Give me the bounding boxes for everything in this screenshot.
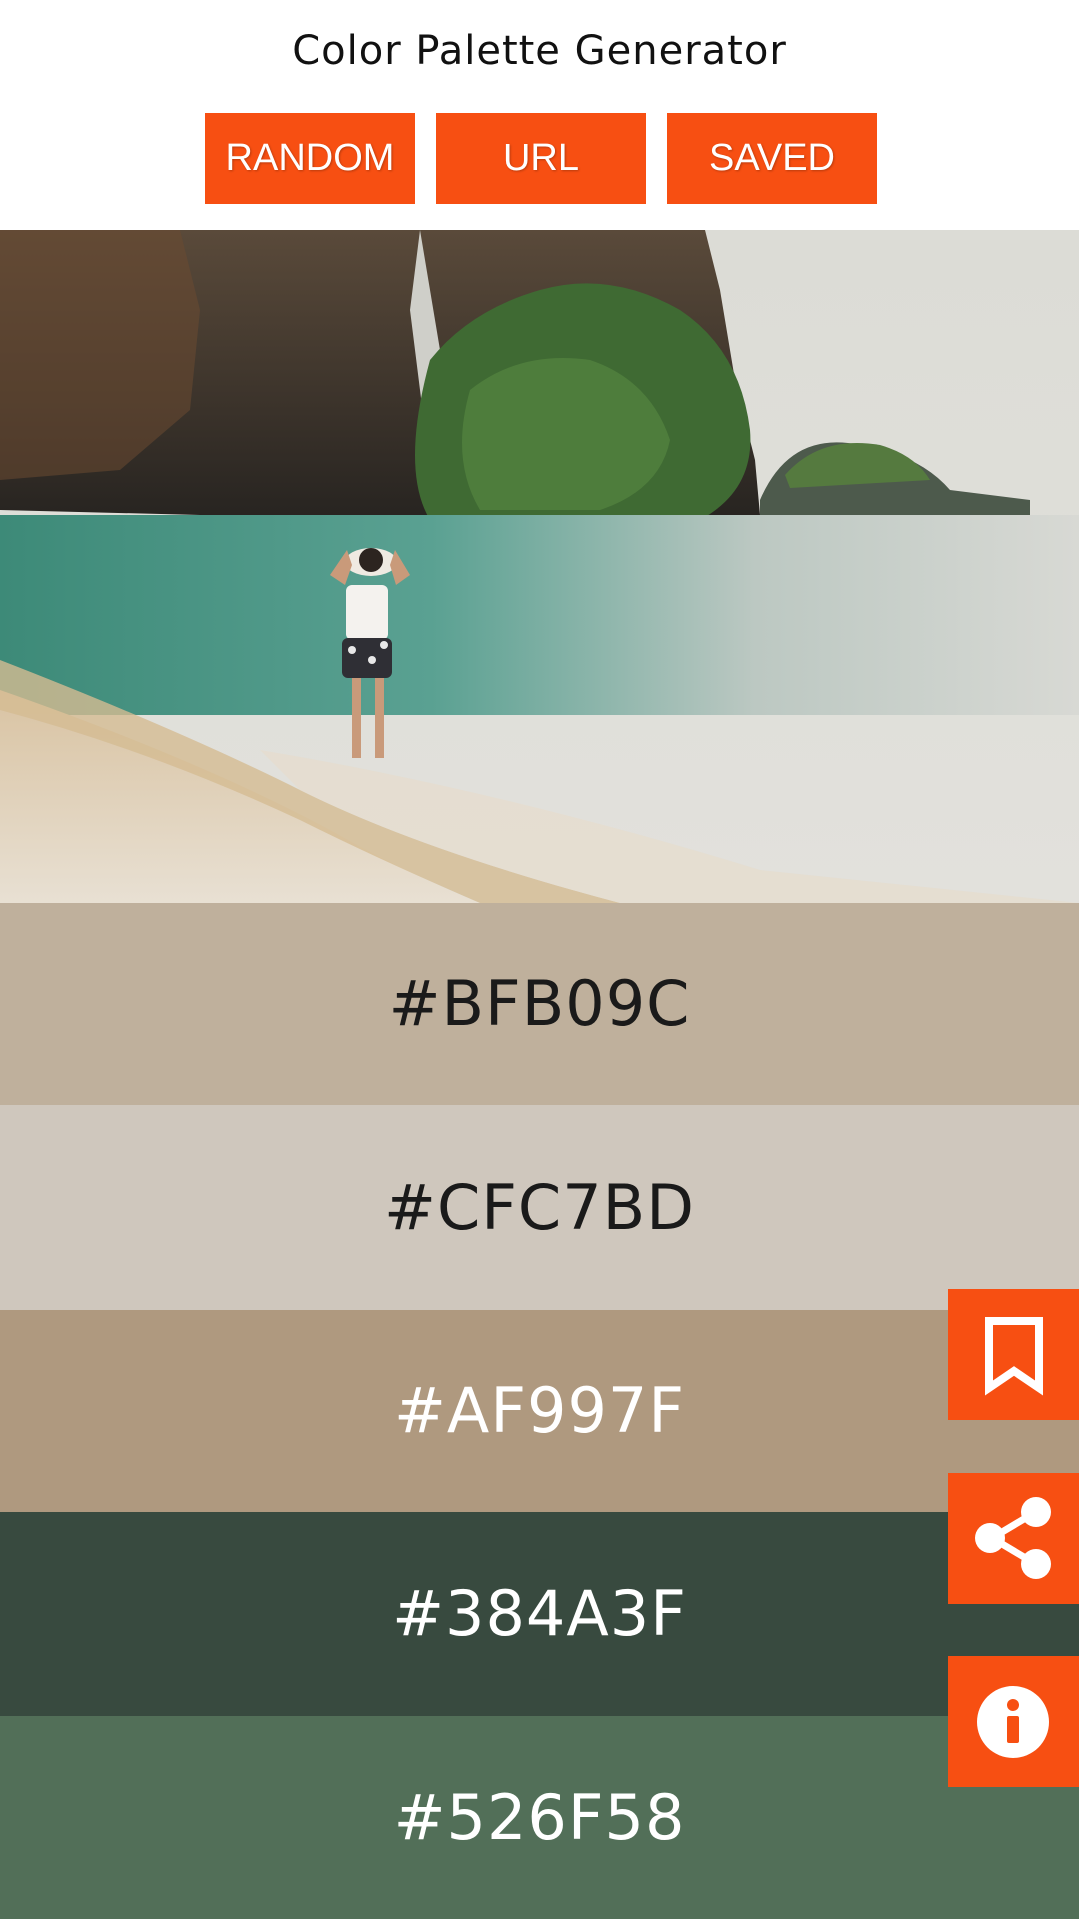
page-title: Color Palette Generator <box>292 28 787 74</box>
saved-button[interactable]: SAVED <box>667 113 877 204</box>
bookmark-icon <box>985 1317 1043 1396</box>
random-button[interactable]: RANDOM <box>205 113 415 204</box>
source-photo <box>0 230 1079 903</box>
info-icon <box>977 1686 1049 1758</box>
swatch-4[interactable]: #384A3F <box>0 1512 1079 1716</box>
share-icon <box>975 1497 1051 1579</box>
save-palette-button[interactable] <box>948 1289 1079 1420</box>
header: Color Palette Generator RANDOM URL SAVED <box>0 0 1079 230</box>
app-root: Color Palette Generator RANDOM URL SAVED <box>0 0 1079 1919</box>
swatch-5[interactable]: #526F58 <box>0 1716 1079 1919</box>
beach-photo-image <box>0 230 1079 903</box>
info-button[interactable] <box>948 1656 1079 1787</box>
swatch-2[interactable]: #CFC7BD <box>0 1105 1079 1310</box>
swatch-3[interactable]: #AF997F <box>0 1310 1079 1512</box>
swatch-1[interactable]: #BFB09C <box>0 903 1079 1105</box>
share-button[interactable] <box>948 1473 1079 1604</box>
url-button[interactable]: URL <box>436 113 646 204</box>
